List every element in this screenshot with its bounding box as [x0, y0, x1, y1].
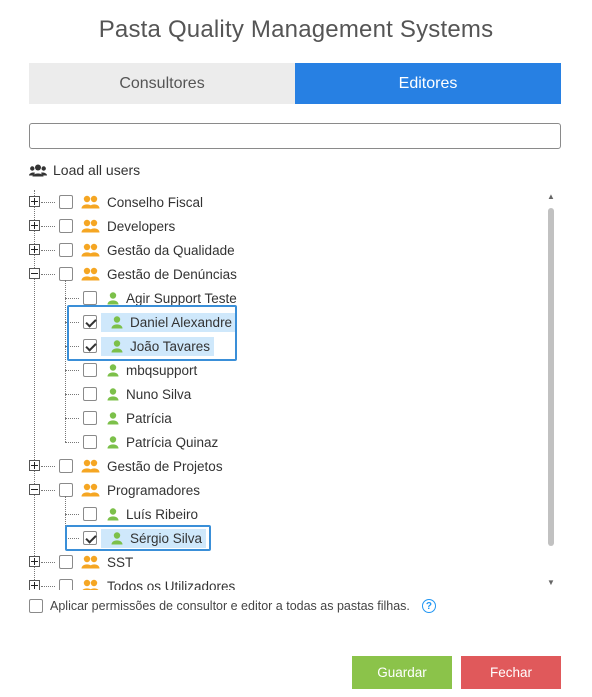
tree-group-row[interactable]: Programadores	[59, 478, 200, 502]
tree-user-row[interactable]: mbqsupport	[83, 358, 197, 382]
apply-children-label: Aplicar permissões de consultor e editor…	[50, 599, 410, 613]
user-icon	[107, 435, 119, 449]
tab-bar: Consultores Editores	[29, 63, 561, 104]
user-checkbox[interactable]	[83, 411, 97, 425]
search-input[interactable]	[29, 123, 561, 149]
group-label: Gestão de Projetos	[107, 458, 223, 474]
dialog-title: Pasta Quality Management Systems	[98, 16, 494, 43]
expand-toggle-icon[interactable]	[29, 196, 40, 207]
tree-user-row[interactable]: Patrícia	[83, 406, 172, 430]
users-icon	[29, 164, 47, 176]
group-checkbox[interactable]	[59, 195, 73, 209]
tree-connector	[65, 442, 79, 443]
group-label: Gestão da Qualidade	[107, 242, 235, 258]
tree-connector	[41, 466, 55, 467]
user-label: mbqsupport	[126, 362, 198, 378]
group-checkbox[interactable]	[59, 483, 73, 497]
group-icon	[81, 555, 100, 569]
tree-user-row[interactable]: Luís Ribeiro	[83, 502, 198, 526]
user-icon	[107, 507, 119, 521]
user-checkbox[interactable]	[83, 507, 97, 521]
group-label: Gestão de Denúncias	[107, 266, 237, 282]
tree-connector	[65, 298, 79, 299]
tree-connector	[41, 202, 55, 203]
user-label: Luís Ribeiro	[126, 506, 199, 522]
apply-children-checkbox[interactable]	[29, 599, 43, 613]
tree-group-row[interactable]: Gestão da Qualidade	[59, 238, 235, 262]
tree-group-row[interactable]: Gestão de Denúncias	[59, 262, 237, 286]
close-button[interactable]: Fechar	[461, 656, 561, 689]
group-icon	[81, 219, 100, 233]
group-icon	[81, 579, 100, 590]
tree-user-row[interactable]: Nuno Silva	[83, 382, 191, 406]
group-label: Programadores	[107, 482, 201, 498]
collapse-toggle-icon[interactable]	[29, 484, 40, 495]
tree-connector	[65, 514, 79, 515]
selection-highlight	[67, 305, 237, 361]
expand-toggle-icon[interactable]	[29, 460, 40, 471]
user-label: Patrícia	[126, 410, 172, 426]
group-icon	[81, 459, 100, 473]
tab-editores[interactable]: Editores	[295, 63, 561, 104]
group-icon	[81, 267, 100, 281]
group-icon	[81, 195, 100, 209]
scroll-thumb[interactable]	[548, 208, 554, 546]
group-checkbox[interactable]	[59, 267, 73, 281]
tree-connector	[65, 418, 79, 419]
tree-group-row[interactable]: Developers	[59, 214, 175, 238]
tree-group-row[interactable]: SST	[59, 550, 133, 574]
tree-group-row[interactable]: Conselho Fiscal	[59, 190, 203, 214]
group-label: Todos os Utilizadores	[107, 578, 236, 591]
tree-connector	[65, 280, 66, 442]
user-icon	[107, 411, 119, 425]
tree-connector	[41, 586, 55, 587]
expand-toggle-icon[interactable]	[29, 244, 40, 255]
save-button[interactable]: Guardar	[352, 656, 452, 689]
scroll-up-arrow-icon[interactable]: ▲	[546, 192, 556, 202]
group-checkbox[interactable]	[59, 579, 73, 590]
tree-connector	[41, 250, 55, 251]
group-icon	[81, 243, 100, 257]
scroll-down-arrow-icon[interactable]: ▼	[546, 578, 556, 588]
group-label: SST	[107, 554, 134, 570]
expand-toggle-icon[interactable]	[29, 580, 40, 590]
group-icon	[81, 483, 100, 497]
user-checkbox[interactable]	[83, 363, 97, 377]
user-checkbox[interactable]	[83, 291, 97, 305]
collapse-toggle-icon[interactable]	[29, 268, 40, 279]
group-checkbox[interactable]	[59, 459, 73, 473]
tree-connector	[65, 394, 79, 395]
tree-group-row[interactable]: Todos os Utilizadores	[59, 574, 235, 590]
apply-children-option: Aplicar permissões de consultor e editor…	[29, 599, 436, 613]
selection-highlight	[65, 525, 211, 551]
group-label: Conselho Fiscal	[107, 194, 204, 210]
load-all-users-link[interactable]: Load all users	[29, 162, 140, 178]
tree-connector	[41, 274, 55, 275]
user-label: Nuno Silva	[126, 386, 192, 402]
user-checkbox[interactable]	[83, 435, 97, 449]
user-icon	[107, 291, 119, 305]
tree-group-row[interactable]: Gestão de Projetos	[59, 454, 223, 478]
tree-connector	[41, 562, 55, 563]
tree-connector	[65, 370, 79, 371]
group-label: Developers	[107, 218, 176, 234]
tree-connector	[41, 490, 55, 491]
expand-toggle-icon[interactable]	[29, 556, 40, 567]
expand-toggle-icon[interactable]	[29, 220, 40, 231]
user-icon	[107, 387, 119, 401]
tab-consultores[interactable]: Consultores	[29, 63, 295, 104]
help-icon[interactable]: ?	[421, 599, 436, 613]
user-checkbox[interactable]	[83, 387, 97, 401]
user-label: Patrícia Quinaz	[126, 434, 219, 450]
group-checkbox[interactable]	[59, 555, 73, 569]
group-checkbox[interactable]	[59, 243, 73, 257]
user-icon	[107, 363, 119, 377]
group-checkbox[interactable]	[59, 219, 73, 233]
tree-user-row[interactable]: Patrícia Quinaz	[83, 430, 218, 454]
load-all-users-label: Load all users	[53, 162, 141, 178]
tree-connector	[41, 226, 55, 227]
tree-scrollbar[interactable]: ▲ ▼	[545, 190, 557, 590]
user-tree: Conselho Fiscal Developers Gestão da Quali…	[29, 190, 541, 590]
user-label: Agir Support Teste	[126, 290, 237, 306]
